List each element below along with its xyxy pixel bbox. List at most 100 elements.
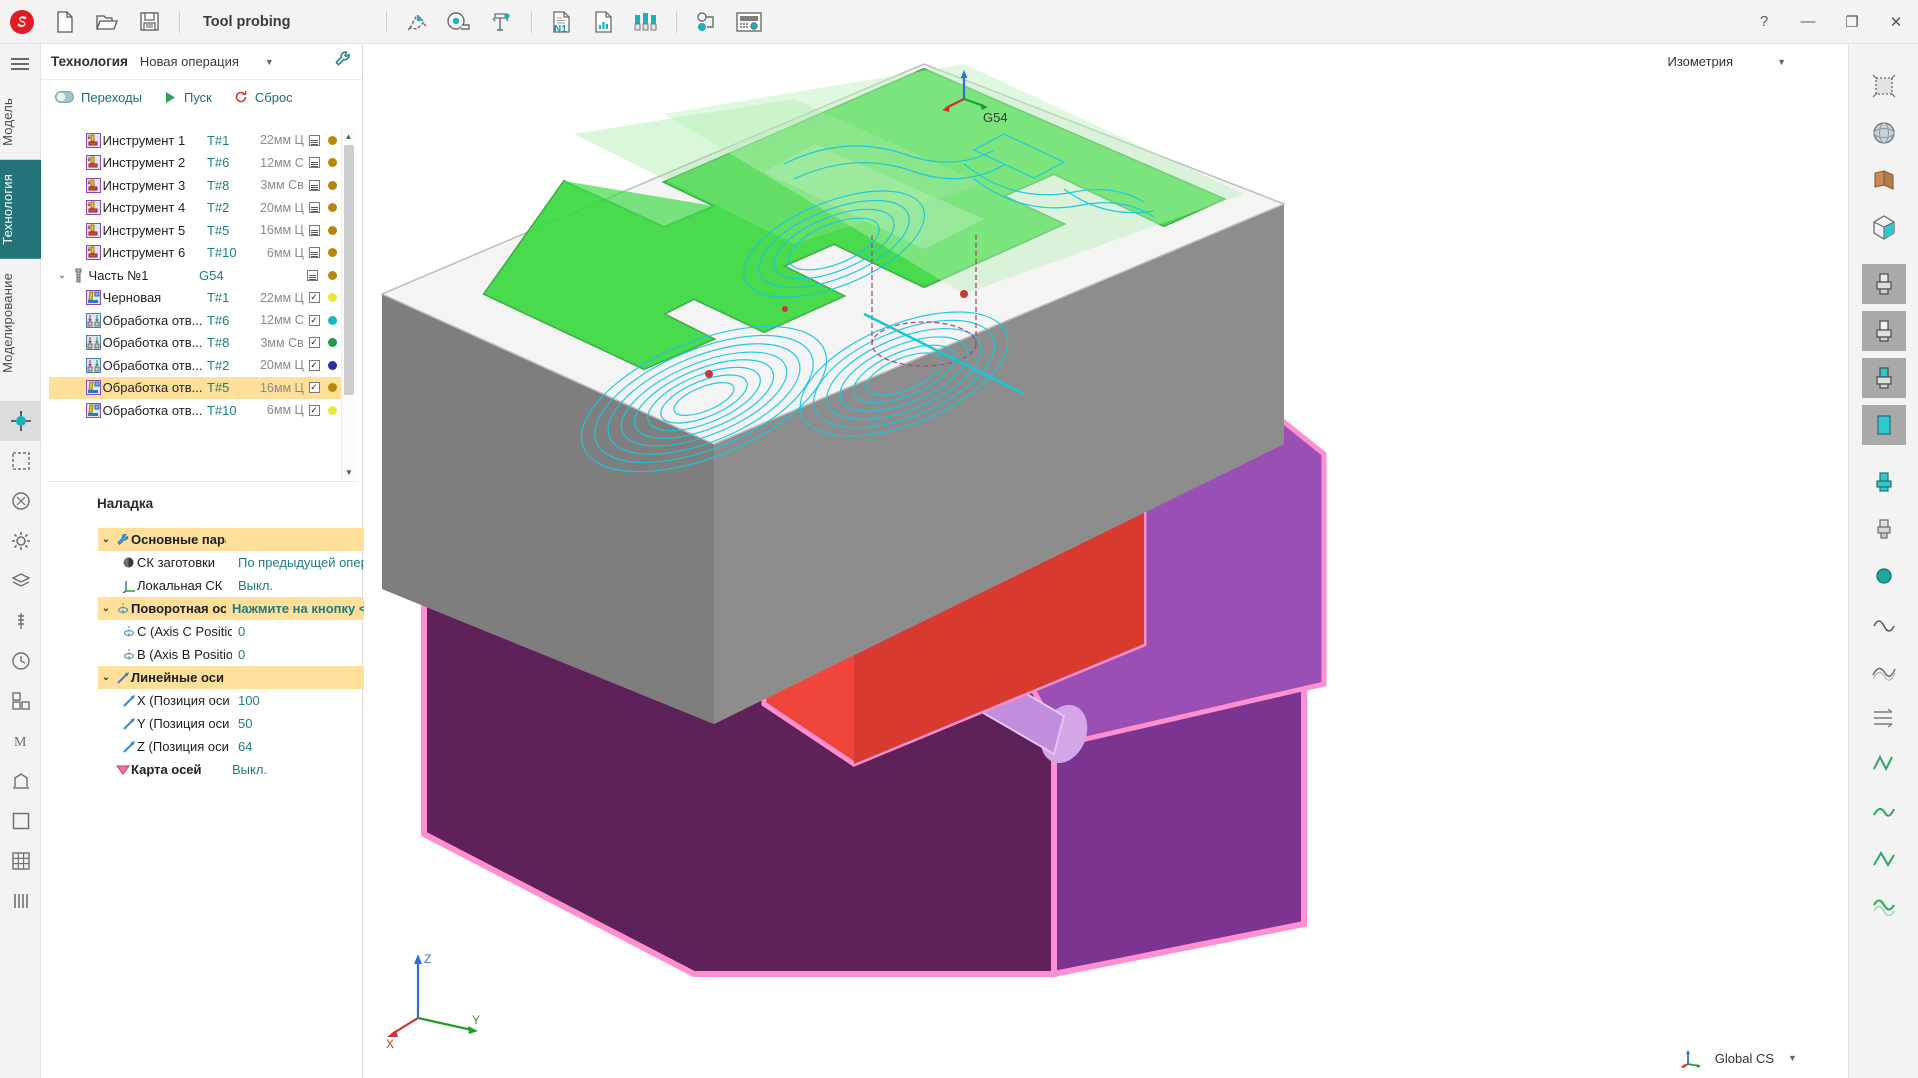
toolpath-wave-icon[interactable] <box>1862 697 1906 737</box>
property-value[interactable]: Выкл. <box>226 762 267 777</box>
maximize-button[interactable]: ❐ <box>1830 0 1874 44</box>
tree-row-color-dot[interactable] <box>324 181 341 190</box>
tree-row[interactable]: Инструмент 1T#122мм Ц <box>49 129 341 152</box>
tool-library-icon[interactable] <box>625 0 667 44</box>
toolpath-zigzag-icon[interactable] <box>1862 744 1906 784</box>
operation-tree[interactable]: Инструмент 1T#122мм ЦИнструмент 2T#612мм… <box>49 129 355 479</box>
scroll-down-arrow[interactable]: ▼ <box>342 465 355 479</box>
ruler-vertical-icon[interactable] <box>0 601 41 641</box>
stock-full-icon[interactable] <box>1862 405 1906 445</box>
setup-properties[interactable]: ⌄Основные параСК заготовкиПо предыдущей … <box>98 528 388 781</box>
tree-row-checkbox[interactable]: ✓ <box>304 360 324 371</box>
tree-row-checkbox[interactable]: ✓ <box>304 292 324 303</box>
open-folder-icon[interactable] <box>86 0 128 44</box>
dashed-square-icon[interactable] <box>0 441 41 481</box>
property-row[interactable]: B (Axis B Position0 <box>98 643 388 666</box>
tree-row[interactable]: Обработка отв...T#83мм Св✓ <box>49 332 341 355</box>
tree-row-color-dot[interactable] <box>324 361 341 370</box>
toolpath-green-icon[interactable] <box>1862 791 1906 831</box>
tree-row[interactable]: ЧерноваяT#122мм Ц✓ <box>49 287 341 310</box>
tree-row-checkbox[interactable]: ✓ <box>304 337 324 348</box>
tree-row-color-dot[interactable] <box>324 316 341 325</box>
property-row[interactable]: Карта осейВыкл. <box>98 758 388 781</box>
start-button[interactable]: Пуск <box>164 90 212 105</box>
tree-row-color-dot[interactable] <box>324 248 341 257</box>
report-chart-icon[interactable] <box>583 0 625 44</box>
tree-row-color-dot[interactable] <box>324 226 341 235</box>
transitions-toggle[interactable]: Переходы <box>55 90 142 105</box>
property-value[interactable]: По предыдущей операц <box>232 555 382 570</box>
reset-button[interactable]: Сброс <box>234 90 293 105</box>
machine-link-icon[interactable] <box>686 0 728 44</box>
grid-icon[interactable] <box>0 841 41 881</box>
tree-row-checkbox[interactable]: ✓ <box>304 382 324 393</box>
tree-row-color-dot[interactable] <box>323 271 341 280</box>
close-button[interactable]: ✕ <box>1874 0 1918 44</box>
tree-row[interactable]: Инструмент 2T#612мм С <box>49 152 341 175</box>
tree-row[interactable]: Обработка отв...T#516мм Ц✓ <box>49 377 341 400</box>
minimize-button[interactable]: — <box>1786 0 1830 44</box>
scroll-up-arrow[interactable]: ▲ <box>342 129 355 143</box>
viewport-3d[interactable]: G54 Изометрия ▼ Z Y X <box>364 44 1848 1078</box>
machine-m-icon[interactable]: M <box>0 721 41 761</box>
tree-row-checkbox[interactable] <box>302 270 324 281</box>
toolpath-green3-icon[interactable] <box>1862 885 1906 925</box>
new-document-icon[interactable] <box>44 0 86 44</box>
property-row[interactable]: Локальная СКВыкл. <box>98 574 388 597</box>
surface-icon[interactable] <box>1862 160 1906 200</box>
property-group-row[interactable]: ⌄Основные пара <box>98 528 388 551</box>
tree-row[interactable]: ⌄Часть №1G54 <box>49 264 341 287</box>
tool-step-icon[interactable] <box>1862 556 1906 596</box>
tree-row-checkbox[interactable] <box>304 225 324 236</box>
property-value[interactable]: 0 <box>232 647 245 662</box>
property-value[interactable]: 64 <box>232 739 252 754</box>
magnet-snap-icon[interactable] <box>396 0 438 44</box>
property-row[interactable]: Z (Позиция оси 64 <box>98 735 388 758</box>
operation-combo[interactable]: Новая операция ▼ <box>140 54 274 69</box>
stock-solid-icon[interactable] <box>1862 264 1906 304</box>
tree-row-checkbox[interactable] <box>304 157 324 168</box>
cubes-icon[interactable] <box>0 681 41 721</box>
hamburger-icon[interactable] <box>0 44 40 84</box>
cube-section-icon[interactable] <box>1862 207 1906 247</box>
property-value[interactable]: Нажмите на кнопку <...> <box>226 601 385 616</box>
controller-panel-icon[interactable] <box>728 0 770 44</box>
tree-row-checkbox[interactable]: ✓ <box>304 405 324 416</box>
stock-partial-icon[interactable] <box>1862 358 1906 398</box>
view-orientation-combo[interactable]: Изометрия ▼ <box>1667 54 1786 69</box>
coordinate-system-selector[interactable]: Global CS ▼ <box>1681 1048 1797 1068</box>
sidebar-tab-simulation[interactable]: Моделирование <box>0 259 41 387</box>
property-row[interactable]: Y (Позиция оси50 <box>98 712 388 735</box>
tree-scrollbar[interactable]: ▲ ▼ <box>341 129 355 479</box>
compass-icon[interactable] <box>0 481 41 521</box>
caliper-icon[interactable] <box>480 0 522 44</box>
tree-row-color-dot[interactable] <box>324 406 341 415</box>
property-value[interactable]: 50 <box>232 716 252 731</box>
panel-settings-wrench-icon[interactable] <box>334 50 352 73</box>
layers-icon[interactable] <box>0 561 41 601</box>
axes-3d-icon[interactable] <box>0 401 41 441</box>
tool-cyan-icon[interactable] <box>1862 462 1906 502</box>
property-twisty[interactable]: ⌄ <box>98 603 114 614</box>
globe-icon[interactable] <box>1862 113 1906 153</box>
tree-row-checkbox[interactable] <box>304 247 324 258</box>
tree-row-color-dot[interactable] <box>324 136 341 145</box>
property-row[interactable]: X (Позиция оси 100 <box>98 689 388 712</box>
tree-row[interactable]: Инструмент 4T#220мм Ц <box>49 197 341 220</box>
gear-icon[interactable] <box>0 521 41 561</box>
tree-row-color-dot[interactable] <box>324 338 341 347</box>
nc-program-icon[interactable]: N1 <box>541 0 583 44</box>
tree-row[interactable]: Обработка отв...T#220мм Ц✓ <box>49 354 341 377</box>
tree-row-checkbox[interactable] <box>304 135 324 146</box>
property-group-row[interactable]: ⌄Линейные оси <box>98 666 388 689</box>
clock-icon[interactable] <box>0 641 41 681</box>
property-row[interactable]: СК заготовкиПо предыдущей операц <box>98 551 388 574</box>
toolpath-dot-icon[interactable] <box>1862 650 1906 690</box>
sidebar-tab-model[interactable]: Модель <box>0 84 41 160</box>
property-value[interactable]: Выкл. <box>232 578 273 593</box>
measure-tape-icon[interactable] <box>438 0 480 44</box>
tree-row-color-dot[interactable] <box>324 293 341 302</box>
tree-row-color-dot[interactable] <box>324 203 341 212</box>
tree-row[interactable]: Обработка отв...T#612мм С✓ <box>49 309 341 332</box>
tool-grey-icon[interactable] <box>1862 509 1906 549</box>
